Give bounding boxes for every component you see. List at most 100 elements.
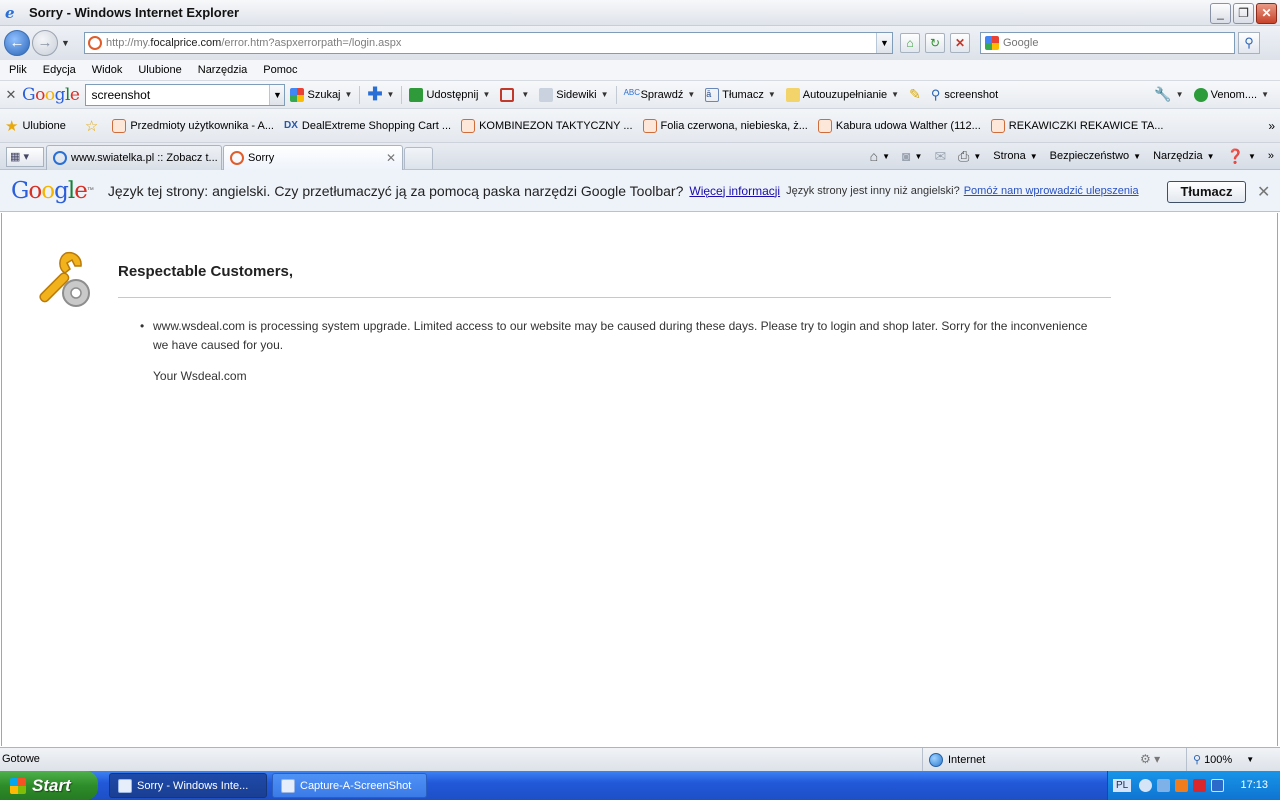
menu-file[interactable]: Plik [0,64,35,76]
page-heading: Respectable Customers, [118,263,294,280]
favorite-link[interactable]: REKAWICZKI REKAWICE TA... [986,118,1169,133]
back-button[interactable]: ← [4,30,30,56]
help-icon: ❓ [1226,147,1244,164]
address-dropdown-button[interactable]: ▼ [876,33,892,53]
toolbar-account-button[interactable]: Venom.... ▼ [1189,87,1274,102]
toolbar-search-term-button[interactable]: ⚲ screenshot [926,87,1003,103]
toolbar-add-button[interactable]: ✚ ▼ [362,84,399,105]
more-info-link[interactable]: Więcej informacji [689,184,780,198]
toolbar-settings-button[interactable]: 🔧 ▼ [1149,86,1188,103]
toolbar-sidewiki-button[interactable]: Sidewiki ▼ [534,87,613,102]
add-to-favorites-bar-button[interactable]: ☆ [71,117,107,135]
google-toolbar: ✕ Google ▼ Szukaj▼ ✚▼ Udostępnij▼ ▼ Side… [0,81,1280,109]
tools-menu[interactable]: Narzędzia ▼ [1147,150,1220,162]
favorites-star-icon: ★ [5,117,19,135]
translate-icon: ā [705,87,720,102]
ie-logo-icon: e [5,3,15,22]
google-search-provider-icon [985,36,999,50]
quick-tabs-button[interactable]: ▦ ▾ [6,147,44,167]
globe-icon [929,752,943,767]
favorite-link[interactable]: Folia czerwona, niebieska, ż... [638,118,813,133]
menu-view[interactable]: Widok [84,64,131,76]
print-button[interactable]: ⎙ ▼ [952,148,987,165]
compatibility-view-button[interactable]: ⌂ [900,33,920,53]
search-box[interactable] [980,32,1235,54]
monitor-icon[interactable] [1211,779,1225,792]
menu-tools[interactable]: Narzędzia [190,64,256,76]
security-zone[interactable]: Internet [922,748,1137,771]
safety-menu[interactable]: Bezpieczeństwo ▼ [1044,150,1147,162]
menu-favorites[interactable]: Ulubione [130,64,189,76]
add-favorite-icon: ☆ [84,117,99,135]
page-menu[interactable]: Strona ▼ [987,150,1043,162]
tab-swiatelka[interactable]: www.swiatelka.pl :: Zobacz t... [46,145,222,170]
menu-help[interactable]: Pomoc [255,64,305,76]
command-overflow-chevron-icon[interactable]: » [1262,150,1280,162]
window-title: Sorry - Windows Internet Explorer [29,5,240,20]
search-button[interactable]: ⚲ [1238,32,1260,54]
address-bar[interactable]: http://my.focalprice.com/error.htm?aspxe… [84,32,893,54]
minimize-button[interactable]: _ [1210,3,1231,24]
translate-button[interactable]: Tłumacz [1167,181,1246,203]
google-logo: Google [22,84,80,105]
address-url[interactable]: http://my.focalprice.com/error.htm?aspxe… [106,37,876,49]
zoom-control[interactable]: ⚲ 100% ▼ [1186,748,1280,771]
close-infobar-icon[interactable]: ✕ [1257,182,1270,202]
toolbar-autofill-button[interactable]: Autouzupełnianie ▼ [781,87,904,102]
rss-icon: ◙ [902,148,911,164]
favorite-link[interactable]: KOMBINEZON TAKTYCZNY ... [456,118,637,133]
new-tab-button[interactable] [404,147,433,169]
menu-edit[interactable]: Edycja [35,64,84,76]
capture-app-icon [281,778,295,793]
tray-app-icon[interactable] [1175,779,1189,792]
sidewiki-icon [539,87,554,102]
plus-icon: ✚ [367,84,383,104]
toolbar-popup-blocker-button[interactable]: ▼ [495,87,534,102]
page-icon [88,36,102,50]
favorites-overflow-chevron-icon[interactable]: » [1263,119,1280,133]
close-button[interactable]: ✕ [1256,3,1277,24]
google-toolbar-history-dropdown[interactable]: ▼ [269,84,285,105]
toolbar-highlight-button[interactable]: ✎ [904,86,926,103]
protected-mode-icon[interactable]: ⚙ ▾ [1140,752,1160,766]
antivirus-icon[interactable] [1193,779,1207,792]
toolbar-search-button[interactable]: Szukaj ▼ [285,87,357,102]
system-tray: PL 17:13 [1107,771,1280,800]
zoom-icon: ⚲ [1193,754,1202,766]
clock[interactable]: 17:13 [1240,779,1268,791]
toolbar-translate-button[interactable]: ā Tłumacz ▼ [700,87,780,102]
account-status-icon [1193,87,1208,102]
page-content: Respectable Customers, • www.wsdeal.com … [1,213,1278,746]
maximize-button[interactable]: ❐ [1233,3,1254,24]
refresh-button[interactable]: ↻ [925,33,945,53]
tab-sorry[interactable]: Sorry ✕ [223,145,403,170]
google-toolbar-input[interactable] [86,87,270,102]
mail-button[interactable]: ✉ [928,148,952,165]
taskbar-item-ie[interactable]: Sorry - Windows Inte... [109,773,267,798]
spellcheck-icon: ABC [623,87,641,97]
heading-divider [118,297,1111,298]
google-toolbar-search[interactable]: ▼ [85,83,286,106]
language-indicator[interactable]: PL [1113,779,1132,792]
forward-button[interactable]: → [32,30,58,56]
favorite-link[interactable]: Kabura udowa Walther (112... [813,118,986,133]
toolbar-share-button[interactable]: Udostępnij ▼ [404,87,495,102]
close-tab-icon[interactable]: ✕ [386,151,396,165]
toolbar-spellcheck-button[interactable]: ABC Sprawdź ▼ [619,88,701,102]
windows-flag-icon [10,777,26,794]
start-button[interactable]: Start [0,771,98,800]
favorite-link[interactable]: Przedmioty użytkownika - A... [107,118,279,133]
recent-pages-dropdown[interactable]: ▼ [61,38,73,48]
close-toolbar-icon[interactable]: ✕ [0,87,22,103]
tray-back-icon[interactable] [1139,779,1153,792]
help-button[interactable]: ❓ ▼ [1221,148,1262,165]
taskbar-item-capture[interactable]: Capture-A-ScreenShot [272,773,427,798]
home-button[interactable]: ⌂ ▼ [864,148,896,164]
network-icon[interactable] [1157,779,1171,792]
search-input[interactable] [1003,37,1234,49]
stop-button[interactable]: ✕ [950,33,970,53]
help-improve-link[interactable]: Pomóż nam wprowadzić ulepszenia [964,185,1139,197]
feeds-button[interactable]: ◙ ▼ [896,148,928,164]
favorite-link[interactable]: DX DealExtreme Shopping Cart ... [279,120,456,132]
favorites-button[interactable]: ★ Ulubione [0,117,71,135]
